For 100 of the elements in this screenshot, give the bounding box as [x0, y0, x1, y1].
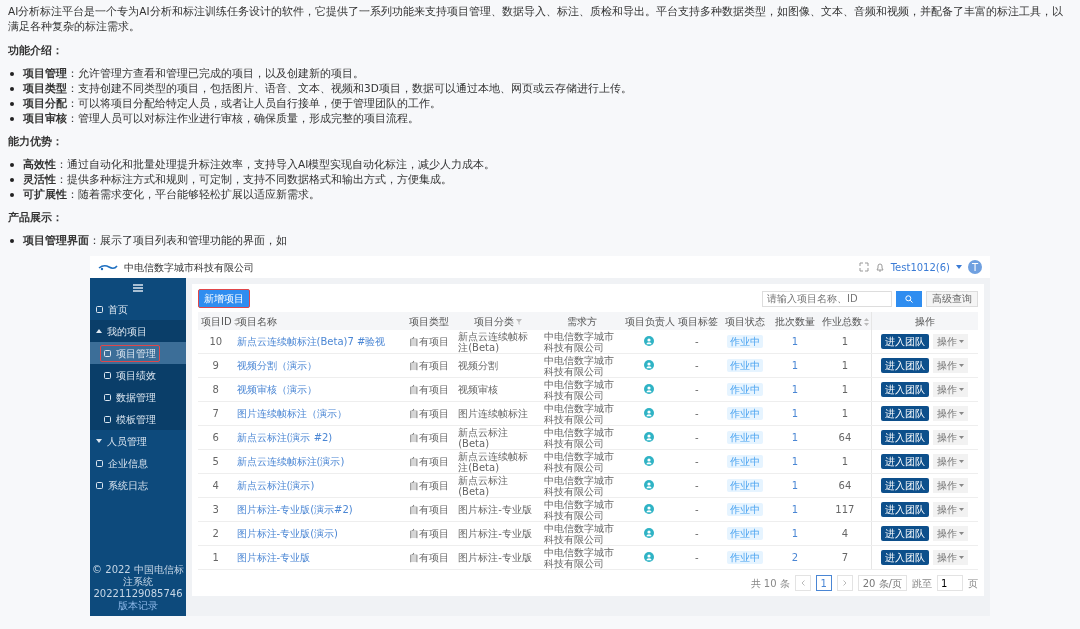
sidebar-subitem[interactable]: 项目绩效 [90, 364, 186, 386]
enter-team-button[interactable]: 进入团队 [881, 502, 930, 517]
project-link[interactable]: 图片标注-专业版(演示#2) [236, 504, 353, 515]
column-header[interactable]: 操作 [914, 315, 935, 327]
batch-count-link[interactable]: 2 [791, 552, 799, 563]
sidebar-item[interactable]: 我的项目 [90, 320, 186, 342]
table-cell: 10 [209, 336, 223, 347]
project-link[interactable]: 新点云连续帧标注(演示) [236, 456, 345, 467]
bell-icon[interactable] [874, 262, 885, 272]
caret-icon [959, 436, 965, 439]
sidebar-item[interactable]: 系统日志 [90, 474, 186, 496]
page-icon [104, 415, 111, 423]
column-header[interactable]: 项目名称 [236, 315, 277, 327]
actions-dropdown[interactable]: 操作 [933, 502, 969, 517]
footer-text: © 2022 中国电信标注系统 [91, 564, 185, 588]
enter-team-button[interactable]: 进入团队 [881, 334, 930, 349]
enter-team-button[interactable]: 进入团队 [881, 358, 930, 373]
menu-icon[interactable] [133, 284, 143, 292]
caret-icon [959, 340, 965, 343]
enter-team-button[interactable]: 进入团队 [881, 430, 930, 445]
actions-dropdown[interactable]: 操作 [933, 430, 969, 445]
status-tag: 作业中 [726, 503, 763, 516]
actions-dropdown[interactable]: 操作 [933, 478, 969, 493]
table-cell: 4 [212, 480, 219, 491]
sidebar-subitem[interactable]: 数据管理 [90, 386, 186, 408]
actions-dropdown[interactable]: 操作 [933, 454, 969, 469]
actions-dropdown[interactable]: 操作 [933, 358, 969, 373]
table-cell: 1 [212, 552, 219, 563]
project-link[interactable]: 图片标注-专业版(演示) [236, 528, 338, 539]
batch-count-link[interactable]: 1 [791, 384, 799, 395]
sort-icon[interactable] [864, 317, 869, 326]
batch-count-link[interactable]: 1 [791, 408, 799, 419]
caret-icon [959, 508, 965, 511]
sidebar-item[interactable]: 人员管理 [90, 430, 186, 452]
page-unit: 页 [968, 577, 978, 589]
project-link[interactable]: 新点云连续帧标注(Beta)7 #验视 [236, 336, 386, 347]
actions-dropdown[interactable]: 操作 [933, 382, 969, 397]
actions-dropdown[interactable]: 操作 [933, 526, 969, 541]
table-cell: 自有项目 [409, 432, 450, 443]
project-link[interactable]: 图片连续帧标注（演示） [236, 408, 347, 419]
fullscreen-icon[interactable] [858, 262, 869, 272]
table-cell: 64 [838, 432, 852, 443]
filter-icon[interactable] [516, 318, 523, 325]
actions-dropdown[interactable]: 操作 [933, 406, 969, 421]
actions-dropdown[interactable]: 操作 [933, 550, 969, 565]
project-link[interactable]: 视频分割（演示） [236, 360, 317, 371]
table-cell: 自有项目 [409, 384, 450, 395]
batch-count-link[interactable]: 1 [791, 360, 799, 371]
sidebar-subitem[interactable]: 模板管理 [90, 408, 186, 430]
batch-count-link[interactable]: 1 [791, 504, 799, 515]
new-project-button[interactable]: 新增项目 [198, 289, 250, 308]
previous-page-button[interactable] [794, 575, 811, 591]
batch-count-link[interactable]: 1 [791, 432, 799, 443]
batch-count-link[interactable]: 1 [791, 456, 799, 467]
project-link[interactable]: 新点云标注(演示) [236, 480, 315, 491]
enter-team-button[interactable]: 进入团队 [881, 550, 930, 565]
sidebar-subitem[interactable]: 项目管理 [90, 342, 186, 364]
enter-team-button[interactable]: 进入团队 [881, 406, 930, 421]
status-tag: 作业中 [726, 551, 763, 564]
next-page-button[interactable] [836, 575, 853, 591]
batch-count-link[interactable]: 1 [791, 336, 799, 347]
enter-team-button[interactable]: 进入团队 [881, 454, 930, 469]
page-size-select[interactable]: 20 条/页 [857, 575, 907, 591]
enter-team-button[interactable]: 进入团队 [881, 526, 930, 541]
batch-count-link[interactable]: 1 [791, 528, 799, 539]
version-link[interactable]: 版本记录 [118, 600, 158, 612]
table-cell: - [694, 408, 699, 419]
table-cell: 5 [212, 456, 219, 467]
search-button[interactable] [896, 290, 922, 307]
actions-dropdown[interactable]: 操作 [933, 334, 969, 349]
page-button[interactable]: 1 [815, 575, 832, 591]
enter-team-button[interactable]: 进入团队 [881, 478, 930, 493]
table-cell-text: 图片连续帧标注 [458, 408, 530, 419]
enter-team-button[interactable]: 进入团队 [881, 382, 930, 397]
sidebar-item[interactable]: 企业信息 [90, 452, 186, 474]
table-cell: 7 [841, 552, 849, 563]
bullet-icon [10, 238, 14, 243]
sidebar-item[interactable]: 首页 [90, 298, 186, 320]
table-cell: - [694, 336, 699, 347]
chevron-left-icon [800, 580, 805, 586]
bullet-icon [10, 101, 14, 106]
project-link[interactable]: 图片标注-专业版 [236, 552, 311, 563]
advanced-search-button[interactable]: 高级查询 [926, 290, 978, 307]
page-icon [96, 459, 103, 467]
page-icon [104, 371, 111, 379]
table-cell: 自有项目 [409, 408, 450, 419]
table-cell: - [694, 384, 699, 395]
project-link[interactable]: 视频审核（演示） [236, 384, 317, 395]
table-cell: - [694, 504, 699, 515]
caret-icon [959, 484, 965, 487]
caret-icon [959, 364, 965, 367]
table-cell: - [694, 552, 699, 563]
bullet-text: 项目审核：管理人员可以对标注作业进行审核，确保质量，形成完整的项目流程。 [23, 111, 419, 126]
batch-count-link[interactable]: 1 [791, 480, 799, 491]
search-field[interactable]: 请输入项目名称、ID [762, 290, 892, 307]
user-avatar[interactable]: T [968, 260, 982, 274]
page-icon [104, 393, 111, 401]
page-jump-field[interactable]: 1 [937, 575, 963, 591]
project-link[interactable]: 新点云标注(演示 #2) [236, 432, 333, 443]
user-menu[interactable]: Test1012(6) [890, 261, 950, 273]
